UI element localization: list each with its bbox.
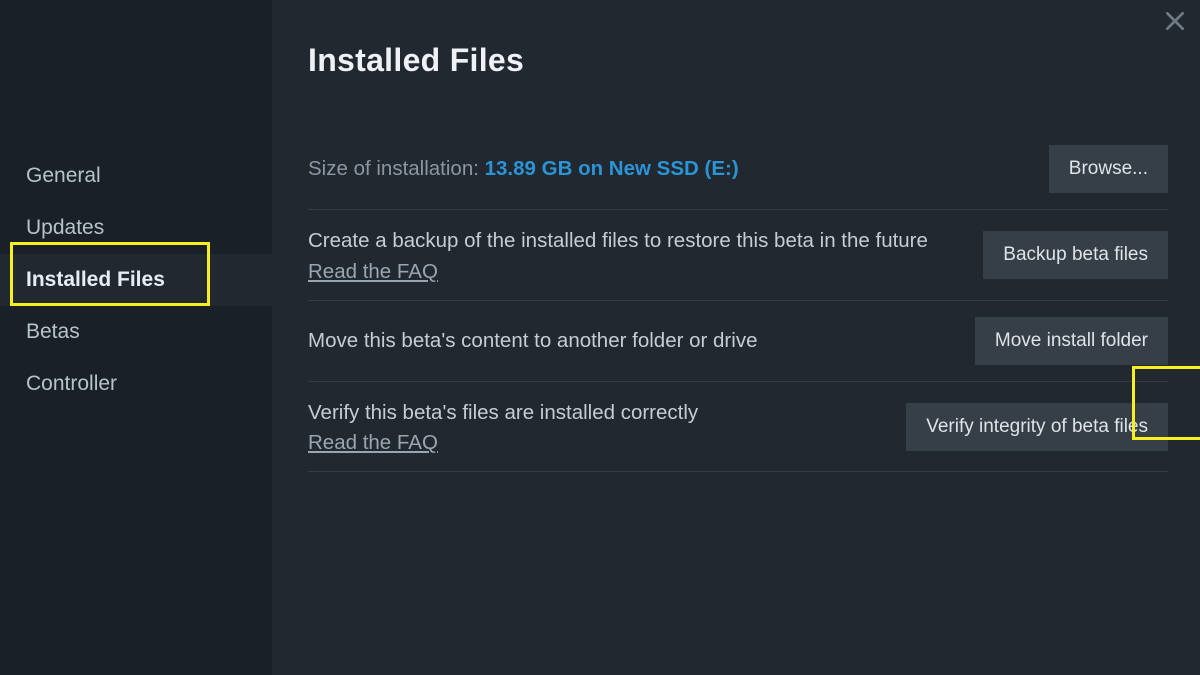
backup-faq-link[interactable]: Read the FAQ [308, 260, 438, 284]
main-panel: Installed Files Size of installation: 13… [272, 0, 1200, 675]
row-verify: Verify this beta's files are installed c… [308, 382, 1168, 473]
sidebar-item-installed-files[interactable]: Installed Files [0, 254, 272, 306]
size-value: 13.89 GB on New SSD (E:) [485, 157, 739, 180]
sidebar-item-controller[interactable]: Controller [0, 358, 272, 410]
size-label: Size of installation: [308, 157, 485, 180]
verify-faq-link[interactable]: Read the FAQ [308, 431, 438, 455]
sidebar-item-general[interactable]: General [0, 150, 272, 202]
backup-beta-files-button[interactable]: Backup beta files [983, 231, 1168, 279]
verify-desc: Verify this beta's files are installed c… [308, 398, 698, 428]
page-title: Installed Files [308, 42, 1168, 79]
backup-desc: Create a backup of the installed files t… [308, 226, 928, 256]
close-icon[interactable] [1164, 10, 1186, 32]
row-size: Size of installation: 13.89 GB on New SS… [308, 129, 1168, 210]
browse-button[interactable]: Browse... [1049, 145, 1168, 193]
move-install-folder-button[interactable]: Move install folder [975, 317, 1168, 365]
sidebar-item-betas[interactable]: Betas [0, 306, 272, 358]
move-desc: Move this beta's content to another fold… [308, 326, 757, 356]
sidebar: General Updates Installed Files Betas Co… [0, 0, 272, 675]
sidebar-item-updates[interactable]: Updates [0, 202, 272, 254]
row-move: Move this beta's content to another fold… [308, 301, 1168, 382]
row-backup: Create a backup of the installed files t… [308, 210, 1168, 301]
verify-integrity-button[interactable]: Verify integrity of beta files [906, 403, 1168, 451]
